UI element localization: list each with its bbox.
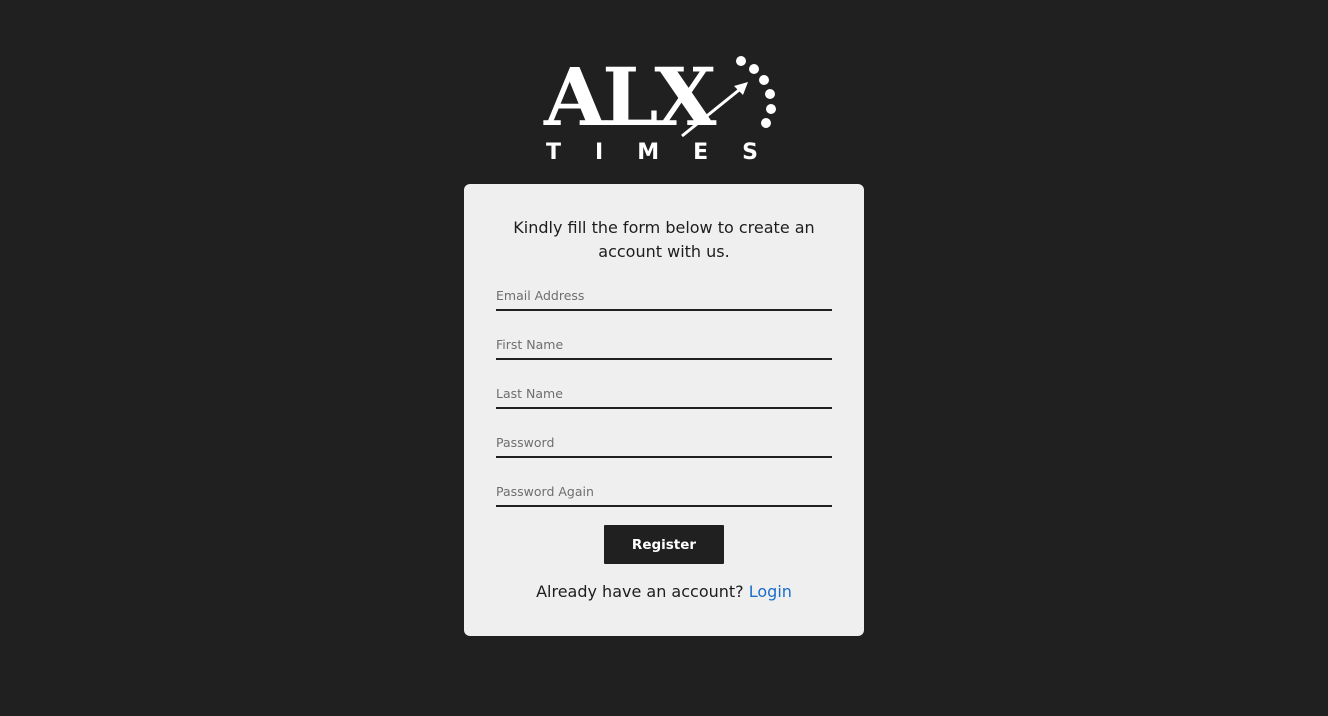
first-name-field[interactable] — [496, 330, 832, 360]
arrow-dots-logo-icon — [681, 56, 776, 138]
register-button[interactable]: Register — [604, 525, 724, 564]
logo-container: ALX TIMES — [0, 50, 1328, 170]
email-field[interactable] — [496, 281, 832, 311]
login-prompt-row: Already have an account? Login — [464, 580, 864, 604]
form-intro-text: Kindly fill the form below to create an … — [513, 218, 815, 261]
password-field[interactable] — [496, 428, 832, 458]
password-again-field[interactable] — [496, 477, 832, 507]
login-prompt-text: Already have an account? — [536, 582, 749, 601]
last-name-field[interactable] — [496, 379, 832, 409]
alx-times-logo: ALX TIMES — [544, 50, 784, 170]
login-link[interactable]: Login — [749, 582, 792, 601]
register-card: Kindly fill the form below to create an … — [464, 184, 864, 636]
